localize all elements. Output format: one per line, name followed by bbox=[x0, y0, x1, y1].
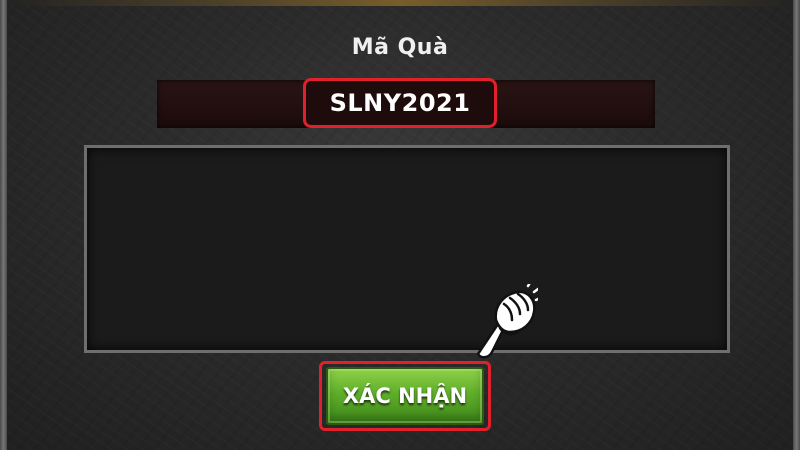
top-frame-ornament bbox=[0, 0, 800, 6]
message-panel bbox=[84, 145, 730, 353]
pointing-hand-icon bbox=[476, 284, 538, 359]
left-frame-border bbox=[0, 0, 7, 450]
confirm-button[interactable]: XÁC NHẬN bbox=[326, 367, 484, 425]
gift-code-input[interactable]: SLNY2021 bbox=[303, 78, 497, 128]
dialog-title: Mã Quà bbox=[351, 35, 449, 60]
right-frame-border bbox=[793, 0, 800, 450]
gift-code-screen: Mã Quà SLNY2021 XÁC NHẬN bbox=[0, 0, 800, 450]
